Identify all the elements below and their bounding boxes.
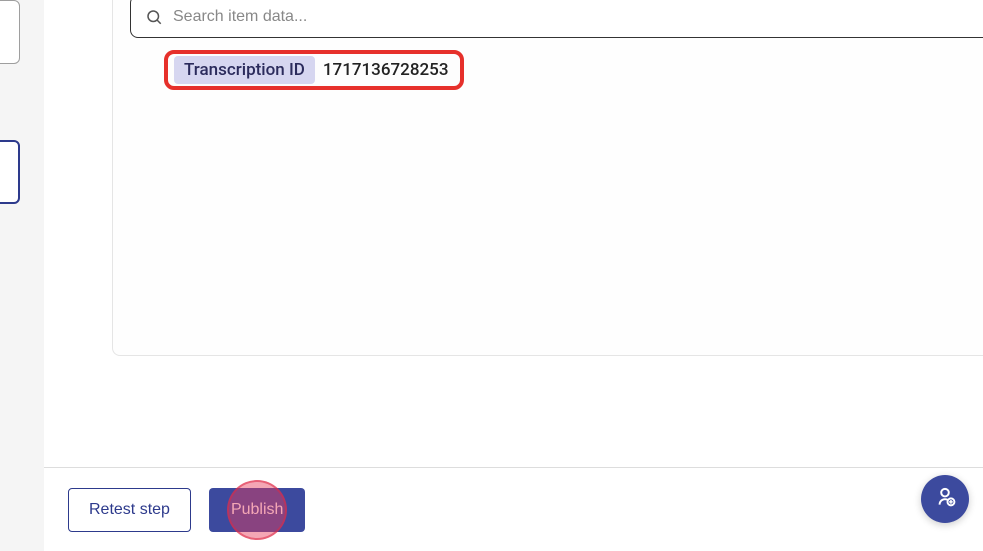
sidebar-node[interactable]: [0, 0, 20, 64]
search-input[interactable]: [173, 8, 983, 26]
help-icon: [932, 484, 958, 514]
help-fab[interactable]: [921, 475, 969, 523]
publish-button-wrapper: Publish: [209, 488, 305, 532]
transcription-id-tag[interactable]: Transcription ID 1717136728253: [164, 50, 464, 90]
retest-step-button[interactable]: Retest step: [68, 488, 191, 532]
search-icon: [145, 8, 163, 26]
sidebar-node-active[interactable]: [0, 140, 20, 204]
sidebar-fragment: [0, 0, 20, 551]
tag-value: 1717136728253: [315, 56, 455, 84]
tag-label: Transcription ID: [174, 56, 315, 84]
search-field-wrapper[interactable]: [130, 0, 983, 38]
publish-button[interactable]: Publish: [209, 488, 305, 532]
main-content: Transcription ID 1717136728253: [44, 0, 983, 467]
footer-bar: Retest step Publish: [44, 467, 983, 551]
